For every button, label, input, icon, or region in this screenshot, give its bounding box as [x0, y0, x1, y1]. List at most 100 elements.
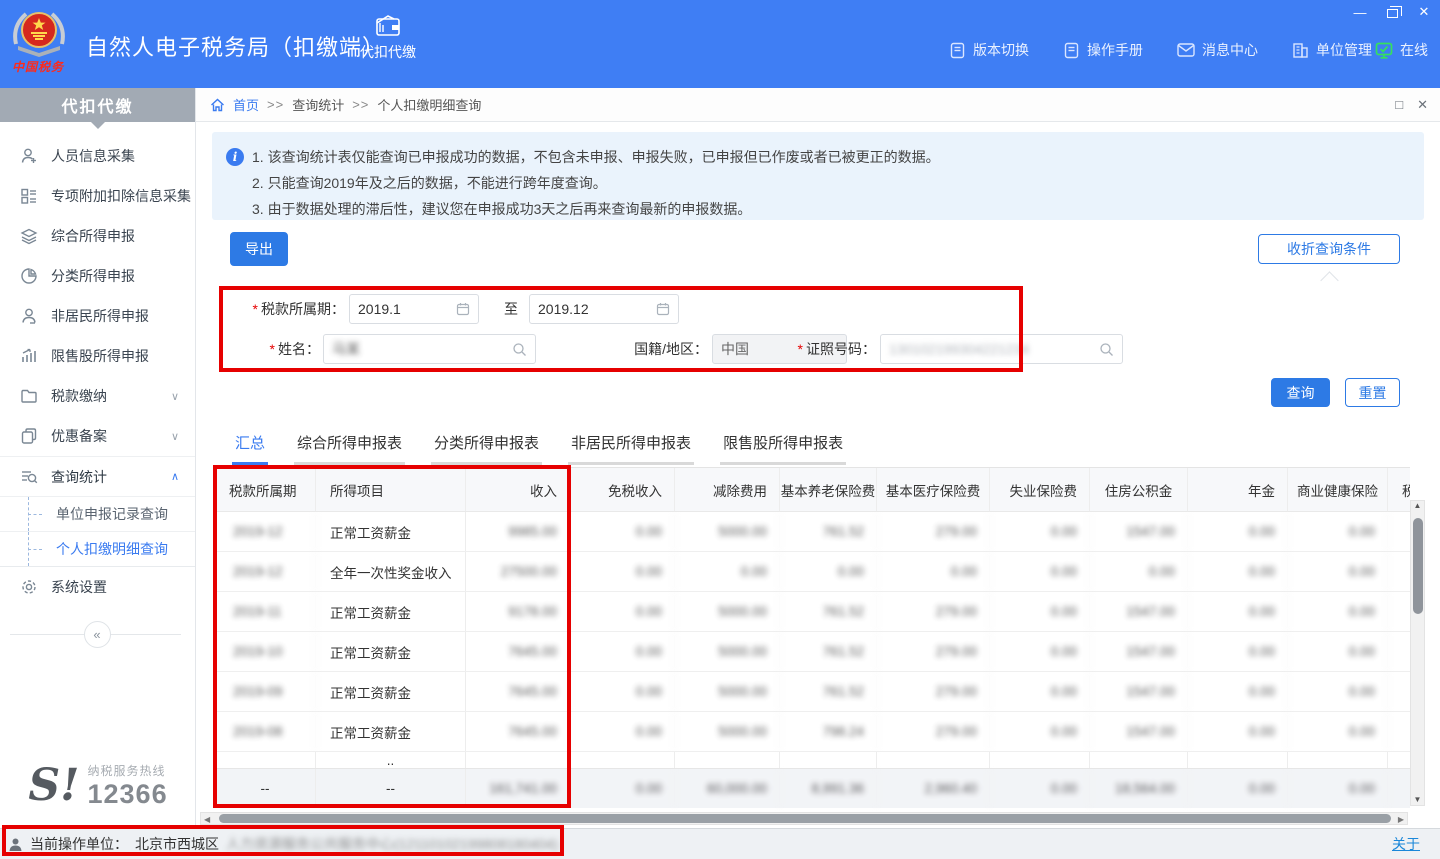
table-row[interactable]: 2019-08 正常工资薪金 7645.00 0.00 5000.00 798.…: [215, 712, 1410, 752]
cell-housing-fund: 0.00: [1090, 552, 1188, 591]
gear-icon: [20, 578, 38, 596]
sidebar-subitem-unit-declaration-query[interactable]: 单位申报记录查询: [0, 496, 195, 531]
sidebar-item-classified-income[interactable]: 分类所得申报: [0, 256, 195, 296]
table-row-clipped: ..: [215, 752, 1410, 768]
scroll-down-icon[interactable]: ▼: [1414, 796, 1422, 804]
id-number-input[interactable]: 130102199304221234: [880, 334, 1123, 364]
sidebar-item-label: 优惠备案: [51, 426, 107, 446]
sidebar-item-restricted-shares[interactable]: 限售股所得申报: [0, 336, 195, 376]
search-icon[interactable]: [512, 342, 527, 357]
cell-pension: 761.52: [780, 672, 877, 711]
cell-annuity: 0.00: [1188, 632, 1288, 671]
tab-summary[interactable]: 汇总: [232, 428, 268, 465]
tab-comprehensive-income[interactable]: 综合所得申报表: [294, 428, 405, 465]
cell-period: 2019-12: [215, 512, 316, 551]
chevron-up-icon: ∧: [171, 470, 179, 483]
restore-button[interactable]: [1384, 4, 1400, 20]
search-icon[interactable]: [1099, 342, 1114, 357]
cell-medical: 279.00: [877, 632, 990, 671]
home-icon: [210, 98, 225, 112]
cell-annuity: 0.00: [1188, 552, 1288, 591]
cell-commercial-health: 0.00: [1288, 672, 1388, 711]
period-label: *税款所属期：: [196, 294, 345, 324]
sidebar-item-query-statistics[interactable]: 查询统计 ∧: [0, 456, 195, 496]
calendar-icon[interactable]: [656, 302, 670, 316]
tab-restricted-shares[interactable]: 限售股所得申报表: [720, 428, 846, 465]
required-mark: *: [270, 341, 275, 357]
scroll-left-icon[interactable]: ◀: [204, 815, 210, 824]
period-to-input[interactable]: 2019.12: [529, 294, 679, 324]
calendar-icon[interactable]: [456, 302, 470, 316]
summary-income-item: --: [316, 769, 466, 808]
cell-income: 9985.00: [466, 512, 570, 551]
export-button[interactable]: 导出: [230, 232, 288, 266]
cell-taxfree-income: 0.00: [570, 552, 675, 591]
vertical-scroll-thumb[interactable]: [1413, 518, 1423, 614]
col-header-period: 税款所属期: [215, 468, 316, 511]
sidebar-item-label: 系统设置: [51, 577, 107, 597]
sidebar-item-preference-filing[interactable]: 优惠备案 ∨: [0, 416, 195, 456]
hotline-number: 12366: [88, 779, 168, 810]
panel-maximize-button[interactable]: □: [1395, 97, 1403, 113]
sidebar-subitem-label: 个人扣缴明细查询: [56, 539, 168, 559]
name-input[interactable]: 马某: [323, 334, 536, 364]
tab-nonresident-income[interactable]: 非居民所得申报表: [568, 428, 694, 465]
summary-housing-fund: 18,564.00: [1090, 769, 1188, 808]
notice-line-1: 1. 该查询统计表仅能查询已申报成功的数据，不包含未申报、申报失败，已申报但已作…: [252, 144, 1410, 170]
scroll-right-icon[interactable]: ▶: [1398, 815, 1404, 824]
sidebar-item-system-settings[interactable]: 系统设置: [0, 567, 195, 607]
sidebar-collapse-row: «: [0, 621, 195, 649]
menu-item-message-center[interactable]: 消息中心: [1177, 40, 1258, 60]
horizontal-scroll-thumb[interactable]: [219, 814, 1391, 823]
table-row[interactable]: 2019-11 正常工资薪金 9178.00 0.00 5000.00 761.…: [215, 592, 1410, 632]
person-icon: [20, 307, 38, 325]
scroll-up-icon[interactable]: ▲: [1414, 502, 1422, 510]
cell-unemployment: 0.00: [990, 672, 1090, 711]
table-row[interactable]: 2019-12 正常工资薪金 9985.00 0.00 5000.00 761.…: [215, 512, 1410, 552]
menu-item-version-switch[interactable]: 版本切换: [949, 40, 1029, 60]
menu-item-manual[interactable]: 操作手册: [1063, 40, 1143, 60]
collapse-query-button[interactable]: 收折查询条件: [1258, 234, 1400, 264]
cell-commercial-health: 0.00: [1288, 632, 1388, 671]
sidebar-collapse-button[interactable]: «: [84, 621, 111, 648]
online-monitor-icon: [1375, 42, 1393, 59]
period-from-input[interactable]: 2019.1: [349, 294, 479, 324]
summary-taxfree-income: 0.00: [570, 769, 675, 808]
close-button[interactable]: ✕: [1416, 4, 1432, 20]
about-link[interactable]: 关于: [1392, 834, 1420, 854]
minimize-button[interactable]: —: [1352, 4, 1368, 20]
sidebar-item-comprehensive-income[interactable]: 综合所得申报: [0, 216, 195, 256]
sidebar-item-tax-payment[interactable]: 税款缴纳 ∨: [0, 376, 195, 416]
current-unit-prefix: 当前操作单位：: [30, 834, 128, 854]
table-row[interactable]: 2019-10 正常工资薪金 7645.00 0.00 5000.00 761.…: [215, 632, 1410, 672]
cell-unemployment: 0.00: [990, 512, 1090, 551]
tab-classified-income[interactable]: 分类所得申报表: [431, 428, 542, 465]
vertical-scrollbar[interactable]: ▲ ▼: [1410, 500, 1425, 806]
menu-item-unit-management[interactable]: 单位管理: [1292, 40, 1372, 60]
horizontal-scrollbar[interactable]: ◀ ▶: [200, 812, 1408, 825]
sidebar-subitem-personal-withholding-query[interactable]: 个人扣缴明细查询: [0, 531, 195, 566]
pie-chart-icon: [20, 267, 38, 285]
sidebar-item-nonresident-income[interactable]: 非居民所得申报: [0, 296, 195, 336]
name-label: *姓名：: [196, 334, 320, 364]
sidebar-item-personnel-info[interactable]: 人员信息采集: [0, 136, 195, 176]
cell-taxfree-income: 0.00: [570, 712, 675, 751]
panel-close-button[interactable]: ✕: [1417, 97, 1428, 113]
cell-housing-fund: 1547.00: [1090, 712, 1188, 751]
table-row[interactable]: 2019-12 全年一次性奖金收入 27500.00 0.00 0.00 0.0…: [215, 552, 1410, 592]
cell-deduction: 5000.00: [675, 632, 780, 671]
cell-housing-fund: 1547.00: [1090, 632, 1188, 671]
tab-withholding[interactable]: 代扣代缴: [348, 14, 428, 80]
cell-medical: 279.00: [877, 592, 990, 631]
sidebar-item-special-deduction[interactable]: 专项附加扣除信息采集: [0, 176, 195, 216]
sidebar-subitem-label: 单位申报记录查询: [56, 504, 168, 524]
cell-cutoff: [1388, 632, 1410, 671]
cell-deduction: 5000.00: [675, 592, 780, 631]
reset-button[interactable]: 重置: [1345, 378, 1400, 407]
summary-commercial-health: 0.00: [1288, 769, 1388, 808]
menu-item-label: 消息中心: [1202, 40, 1258, 60]
cell-period: 2019-10: [215, 632, 316, 671]
query-button[interactable]: 查询: [1271, 378, 1330, 407]
breadcrumb-home[interactable]: 首页: [233, 95, 259, 114]
table-row[interactable]: 2019-09 正常工资薪金 7645.00 0.00 5000.00 761.…: [215, 672, 1410, 712]
